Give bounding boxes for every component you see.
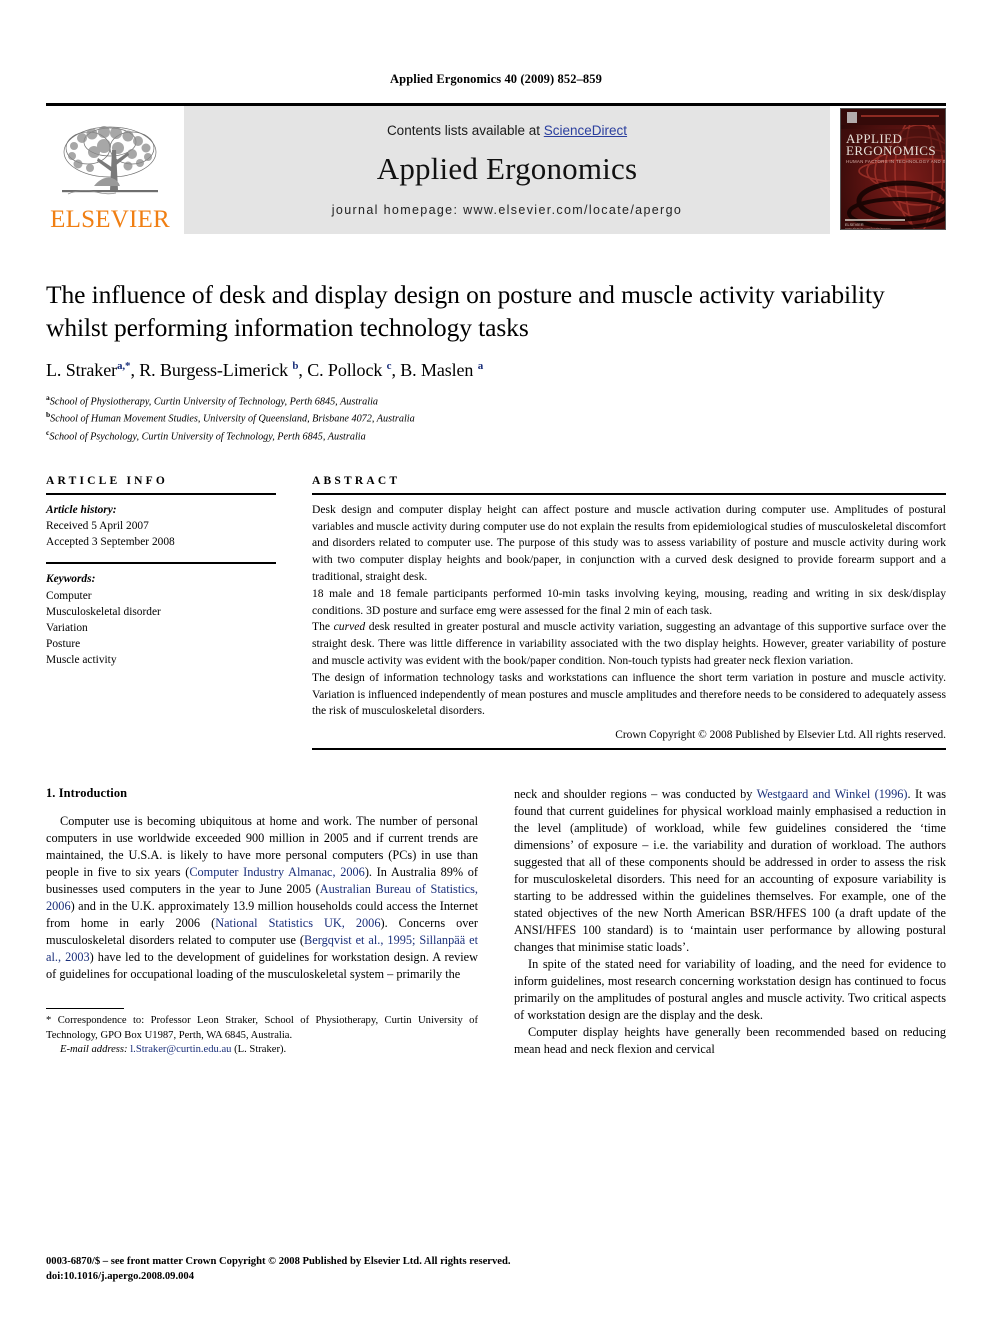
section-heading-introduction: 1. Introduction — [46, 786, 128, 801]
page-title: The influence of desk and display design… — [46, 280, 885, 343]
abstract-paragraph: The design of information technology tas… — [312, 670, 946, 718]
svg-text:ERGONOMICS: ERGONOMICS — [846, 143, 936, 158]
svg-text:www.elsevier.com/locate/apergo: www.elsevier.com/locate/apergo — [845, 227, 891, 230]
email-line: E-mail address: l.Straker@curtin.edu.au … — [46, 1043, 478, 1057]
keyword-item: Variation — [46, 621, 88, 634]
affiliation-item: aSchool of Physiotherapy, Curtin Univers… — [46, 393, 946, 410]
abstract-paragraph: Desk design and computer display height … — [312, 502, 946, 583]
sciencedirect-link[interactable]: ScienceDirect — [544, 123, 627, 138]
citation-link[interactable]: Computer Industry Almanac, 2006 — [189, 865, 365, 879]
intro-paragraph-right-2: In spite of the stated need for variabil… — [514, 956, 946, 1022]
abstract-seg: The — [312, 620, 334, 634]
affiliation-item: bSchool of Human Movement Studies, Unive… — [46, 410, 946, 427]
text-seg: . It was found that current guidelines f… — [514, 787, 946, 954]
doi-line: doi:10.1016/j.apergo.2008.09.004 — [46, 1271, 195, 1283]
abstract-column: ABSTRACT Desk design and computer displa… — [312, 474, 946, 751]
affiliation-text: School of Physiotherapy, Curtin Universi… — [49, 396, 378, 408]
body-column-right: neck and shoulder regions – was conducte… — [514, 786, 946, 1058]
abstract-paragraph: The curved desk resulted in greater post… — [312, 619, 946, 669]
email-suffix: (L. Straker). — [234, 1044, 287, 1056]
intro-paragraph-right-1: neck and shoulder regions – was conducte… — [514, 786, 946, 956]
info-abstract-region: ARTICLE INFO Article history: Received 5… — [46, 474, 946, 751]
body-column-left: 1. Introduction Computer use is becoming… — [46, 786, 478, 1058]
citation-link[interactable]: Westgaard and Winkel (1996) — [757, 787, 908, 801]
footnote-rule — [46, 1008, 124, 1010]
abstract-paragraph: 18 male and 18 female participants perfo… — [312, 586, 946, 617]
keyword-item: Musculoskeletal disorder — [46, 605, 161, 618]
journal-banner: Contents lists available at ScienceDirec… — [184, 106, 830, 234]
svg-text:HUMAN FACTORS IN TECHNOLOGY AN: HUMAN FACTORS IN TECHNOLOGY AND SOCIETY — [846, 159, 945, 164]
article-received: Received 5 April 2007 — [46, 519, 149, 532]
correspondence-footnote: * Correspondence to: Professor Leon Stra… — [46, 1008, 478, 1057]
article-history-block: Article history: Received 5 April 2007 A… — [46, 495, 276, 551]
text-seg: ) have led to the development of guideli… — [46, 949, 478, 981]
article-info-heading: ARTICLE INFO — [46, 474, 169, 487]
journal-title: Applied Ergonomics — [376, 151, 638, 186]
title-block: The influence of desk and display design… — [46, 278, 946, 445]
keywords-block: Keywords: Computer Musculoskeletal disor… — [46, 564, 276, 668]
issn-copyright-line: 0003-6870/$ – see front matter Crown Cop… — [46, 1256, 511, 1268]
contents-lists-prefix: Contents lists available at — [386, 123, 544, 138]
abstract-heading: ABSTRACT — [312, 474, 401, 487]
journal-masthead: ELSEVIER Contents lists available at Sci… — [46, 103, 946, 234]
abstract-rule-bottom — [312, 748, 946, 751]
author-list: L. Strakera,*, R. Burgess-Limerick b, C.… — [46, 360, 484, 381]
keyword-item: Posture — [46, 638, 81, 651]
intro-paragraph-left: Computer use is becoming ubiquitous at h… — [46, 813, 478, 983]
correspondence-text: * Correspondence to: Professor Leon Stra… — [46, 1015, 478, 1041]
keyword-item: Muscle activity — [46, 654, 117, 667]
journal-article-page: Applied Ergonomics 40 (2009) 852–859 ELS… — [0, 0, 992, 1323]
affiliation-item: cSchool of Psychology, Curtin University… — [46, 428, 946, 445]
affiliation-list: aSchool of Physiotherapy, Curtin Univers… — [46, 393, 946, 445]
journal-homepage-line[interactable]: journal homepage: www.elsevier.com/locat… — [332, 203, 682, 217]
email-label: E-mail address: — [60, 1044, 128, 1056]
affiliation-text: School of Psychology, Curtin University … — [49, 431, 366, 443]
intro-paragraph-right-3: Computer display heights have generally … — [514, 1024, 946, 1056]
affiliation-text: School of Human Movement Studies, Univer… — [50, 413, 415, 425]
keywords-label: Keywords: — [46, 573, 96, 586]
email-link[interactable]: l.Straker@curtin.edu.au — [130, 1044, 231, 1055]
article-history-label: Article history: — [46, 503, 117, 516]
abstract-seg: desk resulted in greater postural and mu… — [312, 620, 946, 667]
article-info-column: ARTICLE INFO Article history: Received 5… — [46, 475, 276, 750]
elsevier-wordmark: ELSEVIER — [50, 206, 170, 233]
journal-cover-thumbnail: APPLIED ERGONOMICS HUMAN FACTORS IN TECH… — [840, 108, 946, 230]
abstract-copyright: Crown Copyright © 2008 Published by Else… — [615, 729, 946, 742]
elsevier-tree-icon — [58, 122, 162, 206]
keyword-item: Computer — [46, 589, 92, 602]
elsevier-logo: ELSEVIER — [46, 106, 174, 234]
contents-lists-line: Contents lists available at ScienceDirec… — [387, 123, 627, 138]
citation-link[interactable]: National Statistics UK, 2006 — [215, 916, 380, 930]
article-accepted: Accepted 3 September 2008 — [46, 536, 175, 549]
page-footer: 0003-6870/$ – see front matter Crown Cop… — [46, 1255, 946, 1285]
text-seg: neck and shoulder regions – was conducte… — [514, 787, 757, 802]
abstract-emphasis: curved — [333, 620, 366, 634]
running-head: Applied Ergonomics 40 (2009) 852–859 — [390, 72, 602, 86]
abstract-body: Desk design and computer display height … — [312, 495, 946, 720]
body-columns: 1. Introduction Computer use is becoming… — [46, 786, 946, 1058]
